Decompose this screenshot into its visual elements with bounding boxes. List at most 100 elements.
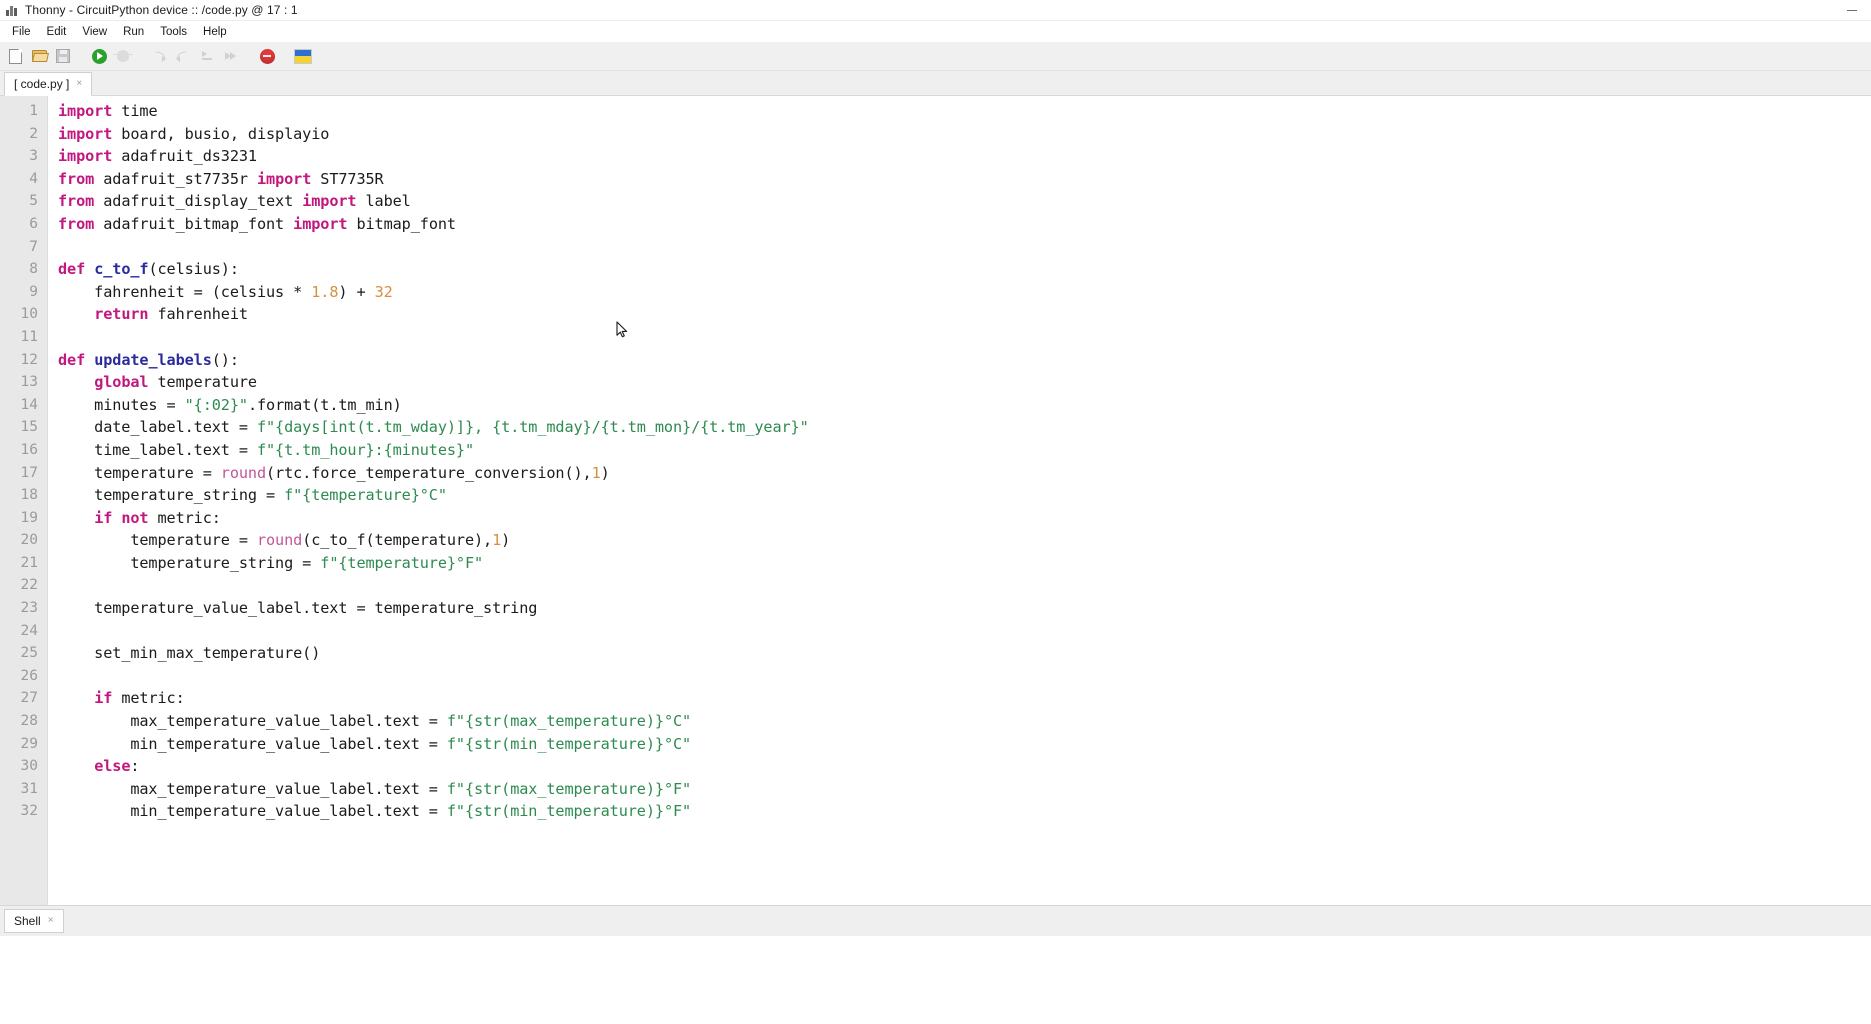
line-number: 13 (0, 371, 47, 394)
code-token: f"{temperature}°F" (320, 554, 483, 572)
debug-button[interactable] (112, 45, 134, 67)
menu-bar: File Edit View Run Tools Help (0, 21, 1871, 42)
code-token: label (356, 192, 410, 210)
code-token: metric: (148, 509, 220, 527)
code-line[interactable] (58, 326, 1871, 349)
code-token: min_temperature_value_label.text = (58, 802, 447, 820)
code-line[interactable]: def c_to_f(celsius): (58, 258, 1871, 281)
open-file-button[interactable] (28, 45, 50, 67)
line-number: 9 (0, 281, 47, 304)
shell-tab[interactable]: Shell × (4, 909, 64, 933)
code-token (58, 509, 94, 527)
code-token: global (94, 373, 148, 391)
code-editor[interactable]: 1234567891011121314151617181920212223242… (0, 96, 1871, 905)
save-file-button[interactable] (52, 45, 74, 67)
code-token: import (58, 147, 112, 165)
run-play-icon (92, 49, 107, 64)
code-token: time (112, 102, 157, 120)
code-token (85, 260, 94, 278)
code-token: f"{str(max_temperature)}°C" (447, 712, 691, 730)
stop-button[interactable] (256, 45, 278, 67)
code-token: ) (601, 464, 610, 482)
debug-bug-icon (117, 50, 129, 62)
code-line[interactable]: max_temperature_value_label.text = f"{st… (58, 710, 1871, 733)
code-token: else (94, 757, 130, 775)
code-line[interactable] (58, 574, 1871, 597)
code-line[interactable]: date_label.text = f"{days[int(t.tm_wday)… (58, 416, 1871, 439)
step-out-button[interactable] (196, 45, 218, 67)
code-line[interactable] (58, 620, 1871, 643)
code-token: "{:02}" (185, 396, 248, 414)
code-token: f"{days[int(t.tm_wday)]}, {t.tm_mday}/{t… (257, 418, 809, 436)
step-over-button[interactable] (148, 45, 170, 67)
line-number: 11 (0, 326, 47, 349)
code-line[interactable]: temperature_string = f"{temperature}°C" (58, 484, 1871, 507)
line-number: 24 (0, 620, 47, 643)
line-number: 28 (0, 710, 47, 733)
code-line[interactable] (58, 665, 1871, 688)
code-text-area[interactable]: import timeimport board, busio, displayi… (48, 96, 1871, 905)
menu-item-file[interactable]: File (4, 24, 39, 40)
code-line[interactable]: import time (58, 100, 1871, 123)
code-line[interactable]: from adafruit_bitmap_font import bitmap_… (58, 213, 1871, 236)
code-token: import (58, 102, 112, 120)
shell-panel-tab-strip: Shell × (0, 905, 1871, 936)
code-line[interactable]: def update_labels(): (58, 349, 1871, 372)
resume-button[interactable] (220, 45, 242, 67)
code-token: adafruit_display_text (94, 192, 302, 210)
code-line[interactable]: min_temperature_value_label.text = f"{st… (58, 733, 1871, 756)
code-token: temperature_value_label.text = temperatu… (58, 599, 537, 617)
code-line[interactable]: return fahrenheit (58, 303, 1871, 326)
line-number: 12 (0, 349, 47, 372)
code-line[interactable]: import adafruit_ds3231 (58, 145, 1871, 168)
code-line[interactable]: time_label.text = f"{t.tm_hour}:{minutes… (58, 439, 1871, 462)
code-line[interactable]: import board, busio, displayio (58, 123, 1871, 146)
code-line[interactable]: else: (58, 755, 1871, 778)
menu-item-help[interactable]: Help (195, 24, 235, 40)
code-line[interactable]: if not metric: (58, 507, 1871, 530)
step-into-button[interactable] (172, 45, 194, 67)
code-token: update_labels (94, 351, 212, 369)
code-line[interactable]: temperature_value_label.text = temperatu… (58, 597, 1871, 620)
code-line[interactable]: temperature = round(rtc.force_temperatur… (58, 462, 1871, 485)
new-file-icon (9, 49, 22, 64)
minimize-button[interactable] (1837, 0, 1867, 20)
code-line[interactable]: if metric: (58, 687, 1871, 710)
new-file-button[interactable] (4, 45, 26, 67)
code-line[interactable] (58, 236, 1871, 259)
code-line[interactable]: set_min_max_temperature() (58, 642, 1871, 665)
menu-item-edit[interactable]: Edit (39, 24, 75, 40)
line-number: 10 (0, 303, 47, 326)
code-token: adafruit_bitmap_font (94, 215, 293, 233)
line-number: 26 (0, 665, 47, 688)
line-number: 32 (0, 800, 47, 823)
close-icon[interactable]: × (48, 916, 54, 926)
menu-item-tools[interactable]: Tools (152, 24, 195, 40)
code-token (85, 351, 94, 369)
menu-item-view[interactable]: View (74, 24, 115, 40)
code-line[interactable]: minutes = "{:02}".format(t.tm_min) (58, 394, 1871, 417)
menu-item-run[interactable]: Run (115, 24, 152, 40)
code-line[interactable]: from adafruit_st7735r import ST7735R (58, 168, 1871, 191)
close-icon[interactable]: × (76, 79, 82, 89)
code-token: from (58, 170, 94, 188)
line-number: 17 (0, 462, 47, 485)
code-token: adafruit_ds3231 (112, 147, 257, 165)
code-line[interactable]: fahrenheit = (celsius * 1.8) + 32 (58, 281, 1871, 304)
line-number: 20 (0, 529, 47, 552)
code-line[interactable]: max_temperature_value_label.text = f"{st… (58, 778, 1871, 801)
shell-tab-label: Shell (14, 914, 41, 928)
code-line[interactable]: from adafruit_display_text import label (58, 190, 1871, 213)
code-token: ST7735R (311, 170, 383, 188)
code-token: 1.8 (311, 283, 338, 301)
code-line[interactable]: global temperature (58, 371, 1871, 394)
code-token: import (302, 192, 356, 210)
code-line[interactable]: temperature_string = f"{temperature}°F" (58, 552, 1871, 575)
code-line[interactable]: temperature = round(c_to_f(temperature),… (58, 529, 1871, 552)
code-token: fahrenheit (148, 305, 247, 323)
code-line[interactable]: min_temperature_value_label.text = f"{st… (58, 800, 1871, 823)
line-number: 15 (0, 416, 47, 439)
editor-tab-code-py[interactable]: [ code.py ] × (4, 72, 92, 96)
run-button[interactable] (88, 45, 110, 67)
support-ukraine-button[interactable] (292, 45, 314, 67)
